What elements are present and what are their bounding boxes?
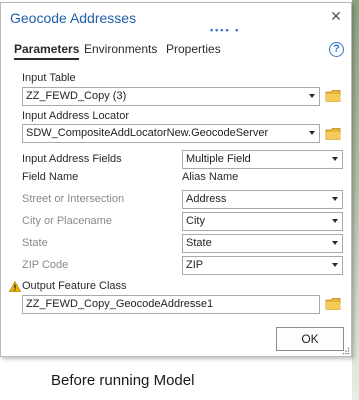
- chevron-down-icon: [332, 219, 338, 223]
- chevron-down-icon: [332, 263, 338, 267]
- geocode-dialog: Geocode Addresses •••• • ✕ Parameters En…: [0, 2, 352, 357]
- close-icon[interactable]: ✕: [329, 9, 343, 23]
- chevron-down-icon: [332, 241, 338, 245]
- locator-select[interactable]: SDW_CompositeAddLocatorNew.GeocodeServer: [22, 124, 320, 143]
- drag-handle[interactable]: •••• •: [210, 25, 240, 35]
- dialog-title: Geocode Addresses: [10, 10, 137, 26]
- field-name-header: Field Name: [22, 171, 79, 183]
- alias-select-state[interactable]: State: [182, 234, 343, 253]
- field-name-street: Street or Intersection: [22, 193, 125, 205]
- resize-grip-icon[interactable]: [342, 347, 350, 355]
- alias-select-city[interactable]: City: [182, 212, 343, 231]
- background-edge: [352, 0, 359, 400]
- alias-value-zip: ZIP: [186, 259, 204, 271]
- folder-icon[interactable]: [325, 297, 342, 311]
- caption-text: Before running Model: [51, 372, 195, 389]
- chevron-down-icon: [332, 197, 338, 201]
- alias-name-header: Alias Name: [182, 171, 239, 183]
- title-bar[interactable]: Geocode Addresses •••• • ✕: [1, 3, 351, 35]
- output-label: Output Feature Class: [22, 280, 127, 292]
- ok-button[interactable]: OK: [276, 327, 344, 351]
- input-table-label: Input Table: [22, 72, 76, 84]
- folder-icon[interactable]: [325, 127, 342, 141]
- chevron-down-icon: [332, 157, 338, 161]
- field-name-state: State: [22, 237, 48, 249]
- field-name-zip: ZIP Code: [22, 259, 69, 271]
- locator-value: SDW_CompositeAddLocatorNew.GeocodeServer: [26, 127, 269, 139]
- field-name-city: City or Placename: [22, 215, 112, 227]
- alias-value-city: City: [186, 215, 205, 227]
- address-fields-label: Input Address Fields: [22, 153, 122, 165]
- output-feature-class-input[interactable]: ZZ_FEWD_Copy_GeocodeAddresse1: [22, 295, 320, 314]
- alias-select-street[interactable]: Address: [182, 190, 343, 209]
- tab-environments[interactable]: Environments: [84, 42, 157, 56]
- input-table-select[interactable]: ZZ_FEWD_Copy (3): [22, 87, 320, 106]
- tab-parameters[interactable]: Parameters: [14, 42, 80, 60]
- alias-value-state: State: [186, 237, 212, 249]
- warning-icon: [9, 281, 21, 292]
- input-table-value: ZZ_FEWD_Copy (3): [26, 90, 127, 102]
- address-fields-select[interactable]: Multiple Field: [182, 150, 343, 169]
- help-icon[interactable]: ?: [329, 42, 344, 57]
- chevron-down-icon: [309, 94, 315, 98]
- alias-select-zip[interactable]: ZIP: [182, 256, 343, 275]
- address-fields-value: Multiple Field: [186, 153, 251, 165]
- folder-icon[interactable]: [325, 89, 342, 103]
- locator-label: Input Address Locator: [22, 110, 130, 122]
- tab-properties[interactable]: Properties: [166, 42, 221, 56]
- alias-value-street: Address: [186, 193, 227, 205]
- output-value: ZZ_FEWD_Copy_GeocodeAddresse1: [26, 298, 214, 310]
- chevron-down-icon: [309, 131, 315, 135]
